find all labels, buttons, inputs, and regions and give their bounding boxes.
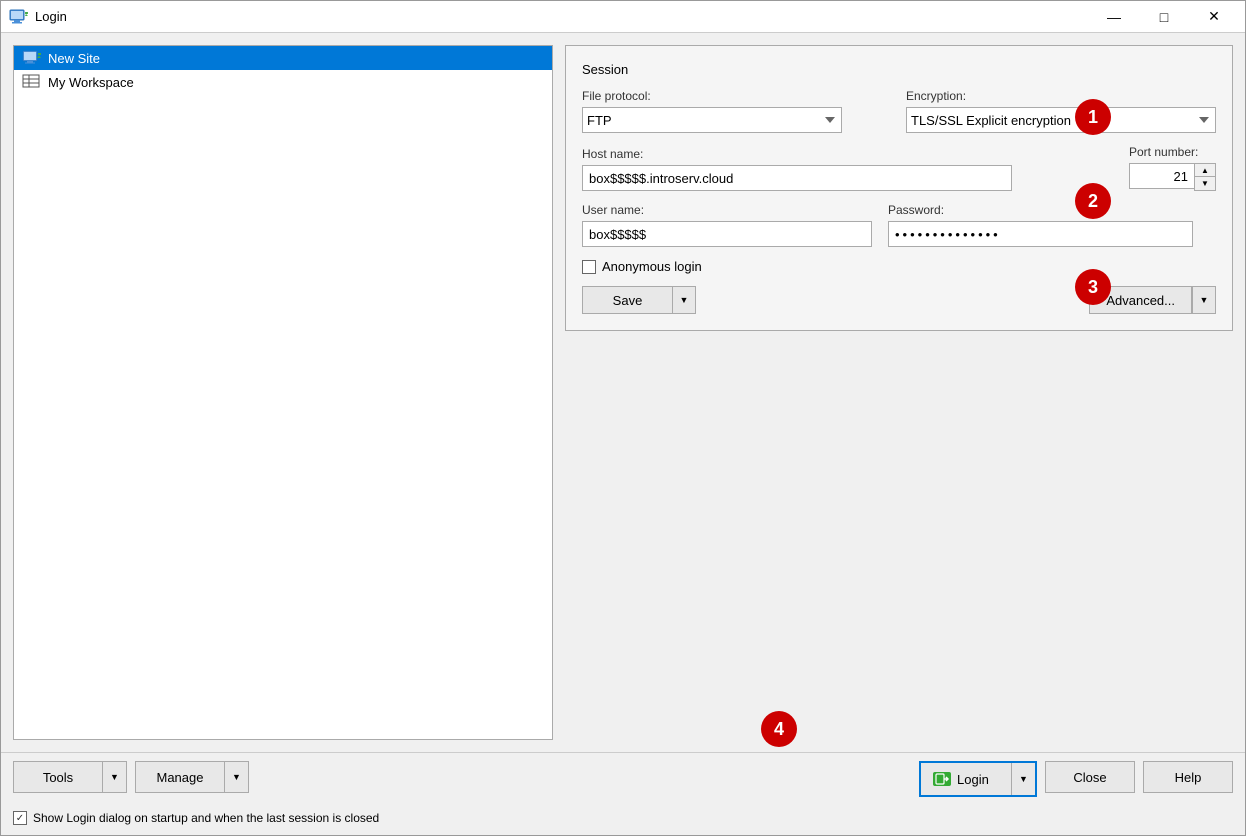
close-window-button[interactable]: ✕ [1191, 3, 1237, 31]
session-group: Session File protocol: FTP SFTP SCP WebD… [565, 45, 1233, 331]
login-dropdown-button[interactable]: ▼ [1011, 763, 1035, 795]
site-tree: New Site My Workspace [13, 45, 553, 740]
maximize-button[interactable]: □ [1141, 3, 1187, 31]
session-group-title: Session [582, 62, 1216, 77]
encryption-field: Encryption: TLS/SSL Explicit encryption … [906, 89, 1216, 133]
login-icon [933, 772, 951, 786]
minimize-button[interactable]: — [1091, 3, 1137, 31]
password-label: Password: [888, 203, 1216, 217]
port-increment-button[interactable]: ▲ [1195, 164, 1215, 177]
title-bar: Login — □ ✕ [1, 1, 1245, 33]
port-number-label: Port number: [1129, 145, 1216, 159]
close-button[interactable]: Close [1045, 761, 1135, 793]
encryption-select[interactable]: TLS/SSL Explicit encryption No encryptio… [906, 107, 1216, 133]
tree-item-label: New Site [48, 51, 100, 66]
tools-dropdown-button[interactable]: ▼ [103, 761, 127, 793]
advanced-dropdown-button[interactable]: ▼ [1192, 286, 1216, 314]
login-button[interactable]: Login [921, 763, 1011, 795]
password-input[interactable] [888, 221, 1193, 247]
step-3-badge: 3 [1075, 269, 1111, 305]
port-decrement-button[interactable]: ▼ [1195, 177, 1215, 190]
host-name-field: Host name: box$$$$$.introserv.cloud [582, 147, 1113, 191]
grid-icon [22, 74, 42, 90]
form-row-host: Host name: box$$$$$.introserv.cloud Port… [582, 145, 1216, 191]
help-button[interactable]: Help [1143, 761, 1233, 793]
tree-item-my-workspace[interactable]: My Workspace [14, 70, 552, 94]
login-window: Login — □ ✕ [0, 0, 1246, 836]
content-area: New Site My Workspace [1, 33, 1245, 752]
save-dropdown-button[interactable]: ▼ [672, 286, 696, 314]
encryption-label: Encryption: [906, 89, 1216, 103]
tools-button[interactable]: Tools [13, 761, 103, 793]
tree-item-new-site[interactable]: New Site [14, 46, 552, 70]
save-button-group: Save ▼ [582, 286, 696, 314]
main-content: New Site My Workspace [1, 33, 1245, 835]
manage-button-group: Manage ▼ [135, 761, 249, 797]
tools-button-group: Tools ▼ [13, 761, 127, 797]
login-button-group: Login ▼ [919, 761, 1037, 797]
app-icon [9, 7, 29, 27]
bottom-buttons: 4 Tools ▼ Manage ▼ [1, 752, 1245, 805]
host-name-input[interactable]: box$$$$$.introserv.cloud [582, 165, 1012, 191]
manage-dropdown-button[interactable]: ▼ [225, 761, 249, 793]
footer-row: Show Login dialog on startup and when th… [1, 805, 1245, 835]
file-protocol-label: File protocol: [582, 89, 890, 103]
anonymous-login-row: Anonymous login [582, 259, 1216, 274]
show-login-label: Show Login dialog on startup and when th… [33, 811, 379, 825]
title-controls: — □ ✕ [1091, 3, 1237, 31]
user-name-label: User name: [582, 203, 872, 217]
show-login-checkbox[interactable] [13, 811, 27, 825]
file-protocol-select[interactable]: FTP SFTP SCP WebDAV [582, 107, 842, 133]
form-row-credentials: User name: box$$$$$ Password: [582, 203, 1216, 247]
anonymous-login-checkbox[interactable] [582, 260, 596, 274]
host-name-label: Host name: [582, 147, 1113, 161]
step-2-badge: 2 [1075, 183, 1111, 219]
port-spinners: ▲ ▼ [1194, 163, 1216, 191]
anonymous-login-label: Anonymous login [602, 259, 702, 274]
monitor-icon [22, 50, 42, 66]
step-4-badge: 4 [761, 711, 797, 747]
session-spacer [565, 331, 1233, 740]
port-number-field: Port number: 21 ▲ ▼ [1129, 145, 1216, 191]
user-name-field: User name: box$$$$$ [582, 203, 872, 247]
tree-item-label: My Workspace [48, 75, 134, 90]
bottom-spacer [257, 761, 911, 797]
session-panel: 1 2 3 Session File protocol: FTP [565, 45, 1233, 740]
port-number-input[interactable]: 21 [1129, 163, 1194, 189]
form-row-protocol: File protocol: FTP SFTP SCP WebDAV Encry… [582, 89, 1216, 133]
password-field: Password: [888, 203, 1216, 247]
window-title: Login [35, 9, 1091, 24]
session-button-row: Save ▼ Advanced... ▼ [582, 286, 1216, 314]
user-name-input[interactable]: box$$$$$ [582, 221, 872, 247]
file-protocol-field: File protocol: FTP SFTP SCP WebDAV [582, 89, 890, 133]
step-1-badge: 1 [1075, 99, 1111, 135]
login-button-label: Login [957, 772, 989, 787]
port-wrapper: 21 ▲ ▼ [1129, 163, 1216, 191]
manage-button[interactable]: Manage [135, 761, 225, 793]
save-button[interactable]: Save [582, 286, 672, 314]
